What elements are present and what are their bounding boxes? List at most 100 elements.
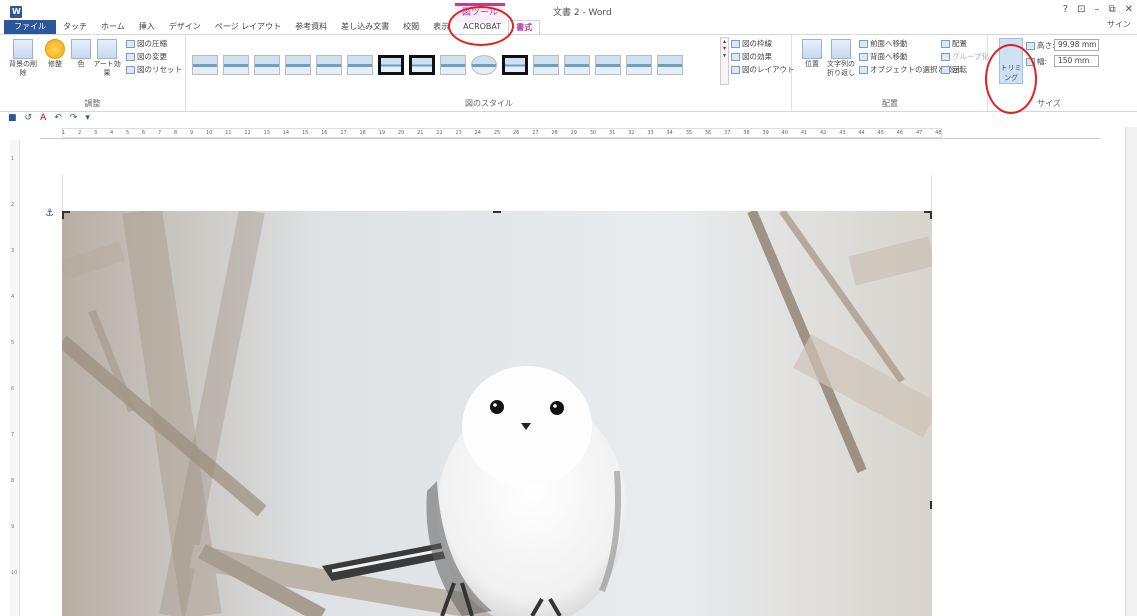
- save-icon[interactable]: ■: [8, 113, 17, 125]
- rotate-button[interactable]: 回転: [941, 64, 967, 75]
- position-icon: [802, 39, 822, 59]
- style-thumb[interactable]: [285, 55, 311, 75]
- tab-page-layout[interactable]: ページ レイアウト: [208, 20, 288, 34]
- style-thumb[interactable]: [409, 55, 435, 75]
- style-thumb[interactable]: [223, 55, 249, 75]
- compress-icon: [126, 39, 135, 48]
- change-picture-button[interactable]: 図の変更: [126, 51, 167, 62]
- tab-references[interactable]: 参考資料: [288, 20, 334, 34]
- position-button[interactable]: 位置: [797, 39, 827, 69]
- minimize-icon[interactable]: –: [1094, 4, 1099, 15]
- tab-file[interactable]: ファイル: [4, 20, 56, 34]
- ruler-mark: 9: [190, 130, 194, 136]
- style-thumb[interactable]: [626, 55, 652, 75]
- ribbon-display-icon[interactable]: ⊡: [1077, 4, 1085, 15]
- compress-pictures-button[interactable]: 図の圧縮: [126, 38, 167, 49]
- ribbon-tabs: ファイル タッチ ホーム 挿入 デザイン ページ レイアウト 参考資料 差し込み…: [0, 19, 1137, 34]
- ruler-mark: 1: [62, 130, 66, 136]
- vertical-scrollbar[interactable]: [1125, 127, 1137, 616]
- remove-background-button[interactable]: 背景の削除: [8, 39, 38, 78]
- ruler-mark: 40: [781, 130, 788, 136]
- help-icon[interactable]: ?: [1063, 4, 1068, 15]
- group-icon: [941, 52, 950, 61]
- customize-qat-icon[interactable]: ▾: [85, 113, 90, 125]
- tab-home[interactable]: ホーム: [94, 20, 132, 34]
- photo-drawing: [62, 211, 932, 616]
- ruler-mark: 22: [436, 130, 443, 136]
- rotate-icon: [941, 65, 950, 74]
- group-button[interactable]: グループ化: [941, 51, 989, 62]
- tab-design[interactable]: デザイン: [162, 20, 208, 34]
- ruler-mark: 20: [397, 130, 405, 136]
- picture-border-button[interactable]: 図の枠線: [731, 38, 772, 49]
- quick-access-toolbar: ■ ↺ A ↶ ↷ ▾: [8, 113, 90, 125]
- send-backward-button[interactable]: 背面へ移動: [859, 51, 908, 62]
- signin-link[interactable]: サイン: [1107, 19, 1131, 30]
- ruler-mark: 41: [800, 130, 808, 136]
- vruler-mark: 2: [11, 202, 15, 208]
- tab-mailings[interactable]: 差し込み文書: [334, 20, 396, 34]
- align-button[interactable]: 配置: [941, 38, 967, 49]
- resize-handle[interactable]: [930, 211, 932, 219]
- picture-layout-button[interactable]: 図のレイアウト: [731, 64, 795, 75]
- style-thumb[interactable]: [440, 55, 466, 75]
- ruler-mark: 31: [608, 130, 616, 136]
- ruler-mark: 4: [110, 130, 114, 136]
- vruler-mark: 4: [11, 294, 15, 300]
- resize-handle[interactable]: [930, 501, 932, 509]
- long-tailed-tit-photo[interactable]: [62, 211, 932, 616]
- style-thumb[interactable]: [595, 55, 621, 75]
- ruler-mark: 11: [225, 130, 232, 136]
- picture-border-icon: [731, 39, 740, 48]
- ruler-mark: 17: [340, 130, 347, 136]
- ruler-mark: 15: [301, 130, 309, 136]
- ruler-mark: 43: [839, 130, 846, 136]
- ruler-mark: 37: [724, 130, 731, 136]
- ruler-mark: 25: [493, 130, 501, 136]
- bring-forward-button[interactable]: 前面へ移動: [859, 38, 908, 49]
- vruler-mark: 1: [11, 156, 15, 162]
- art-effects-button[interactable]: アート効果: [92, 39, 122, 78]
- style-gallery-scroll[interactable]: ▴ ▾ ▾: [720, 37, 729, 85]
- arrange-group-label: 配置: [882, 99, 898, 108]
- anchor-icon[interactable]: ⚓: [45, 208, 54, 219]
- style-thumb[interactable]: [564, 55, 590, 75]
- restore-icon[interactable]: ⧉: [1108, 4, 1115, 15]
- reset-picture-button[interactable]: 図のリセット: [126, 64, 182, 75]
- tab-review[interactable]: 校閲: [396, 20, 426, 34]
- close-icon[interactable]: ✕: [1125, 4, 1133, 15]
- ruler-mark: 12: [244, 130, 251, 136]
- font-color-icon[interactable]: A: [40, 113, 46, 125]
- redo-icon[interactable]: ↷: [70, 113, 78, 125]
- ruler-mark: 48: [935, 130, 942, 136]
- ruler-mark: 30: [589, 130, 597, 136]
- width-input[interactable]: 150 mm: [1054, 55, 1099, 67]
- touch-mode-icon[interactable]: ↺: [25, 113, 33, 125]
- picture-effects-button[interactable]: 図の効果: [731, 51, 772, 62]
- ruler-mark: 10: [206, 130, 213, 136]
- resize-handle[interactable]: [62, 211, 64, 219]
- style-thumb[interactable]: [378, 55, 404, 75]
- style-thumb[interactable]: [502, 55, 528, 75]
- ruler-mark: 28: [551, 130, 558, 136]
- style-thumb[interactable]: [316, 55, 342, 75]
- ruler-mark: 2: [78, 130, 82, 136]
- style-thumb[interactable]: [657, 55, 683, 75]
- word-logo-icon[interactable]: [10, 6, 22, 18]
- ruler-mark: 16: [321, 130, 328, 136]
- height-input[interactable]: 99.98 mm: [1054, 39, 1099, 51]
- style-thumb[interactable]: [347, 55, 373, 75]
- vruler-mark: 8: [11, 478, 15, 484]
- resize-handle[interactable]: [493, 211, 501, 213]
- tab-insert[interactable]: 挿入: [132, 20, 162, 34]
- wrap-text-button[interactable]: 文字列の折り返し: [825, 39, 857, 78]
- style-thumb[interactable]: [192, 55, 218, 75]
- height-label: 高さ:: [1026, 40, 1055, 51]
- tab-touch[interactable]: タッチ: [56, 20, 94, 34]
- style-thumb[interactable]: [254, 55, 280, 75]
- window-controls: ? ⊡ – ⧉ ✕: [1063, 4, 1137, 15]
- ruler-mark: 46: [896, 130, 904, 136]
- undo-icon[interactable]: ↶: [54, 113, 62, 125]
- style-thumb[interactable]: [533, 55, 559, 75]
- style-thumb[interactable]: [471, 55, 497, 75]
